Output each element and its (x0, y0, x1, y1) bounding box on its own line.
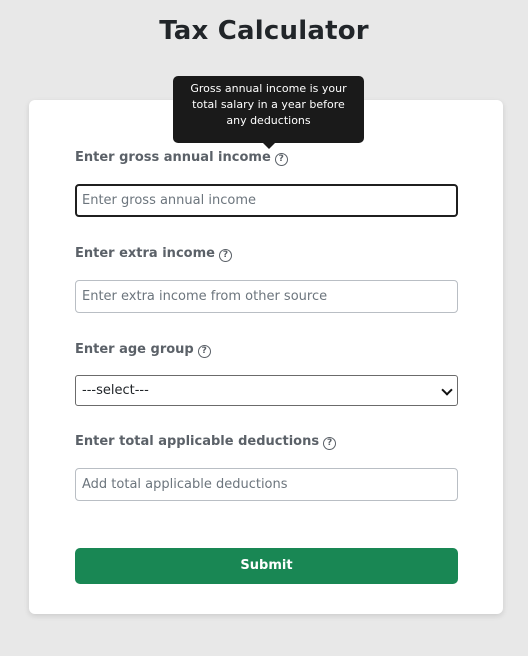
age-group-selected-value: ---select--- (82, 383, 149, 398)
help-circle-icon[interactable]: ? (323, 437, 337, 450)
tooltip-line: total salary in a year before (192, 98, 345, 111)
help-circle-icon[interactable]: ? (274, 153, 288, 166)
page-title: Tax Calculator (159, 16, 369, 46)
extra-income-label-text: Enter extra income (75, 246, 215, 261)
age-group-label: Enter age group? (75, 342, 211, 358)
help-circle-icon[interactable]: ? (218, 249, 232, 262)
age-group-label-text: Enter age group (75, 342, 194, 357)
gross-income-label: Enter gross annual income? (75, 150, 288, 166)
extra-income-input[interactable] (75, 280, 458, 313)
chevron-down-icon (441, 384, 453, 396)
tooltip-arrow (263, 143, 275, 149)
gross-income-tooltip: Gross annual income is your total salary… (173, 76, 364, 143)
deductions-input[interactable] (75, 468, 458, 501)
tooltip-line: any deductions (226, 114, 311, 127)
submit-button[interactable]: Submit (75, 548, 458, 584)
extra-income-label: Enter extra income? (75, 246, 232, 262)
deductions-label-text: Enter total applicable deductions (75, 434, 320, 449)
age-group-select[interactable]: ---select--- (75, 375, 458, 406)
tooltip-line: Gross annual income is your (190, 82, 347, 95)
gross-income-label-text: Enter gross annual income (75, 150, 271, 165)
gross-income-input[interactable] (75, 184, 458, 217)
deductions-label: Enter total applicable deductions? (75, 434, 337, 450)
help-circle-icon[interactable]: ? (197, 345, 211, 358)
